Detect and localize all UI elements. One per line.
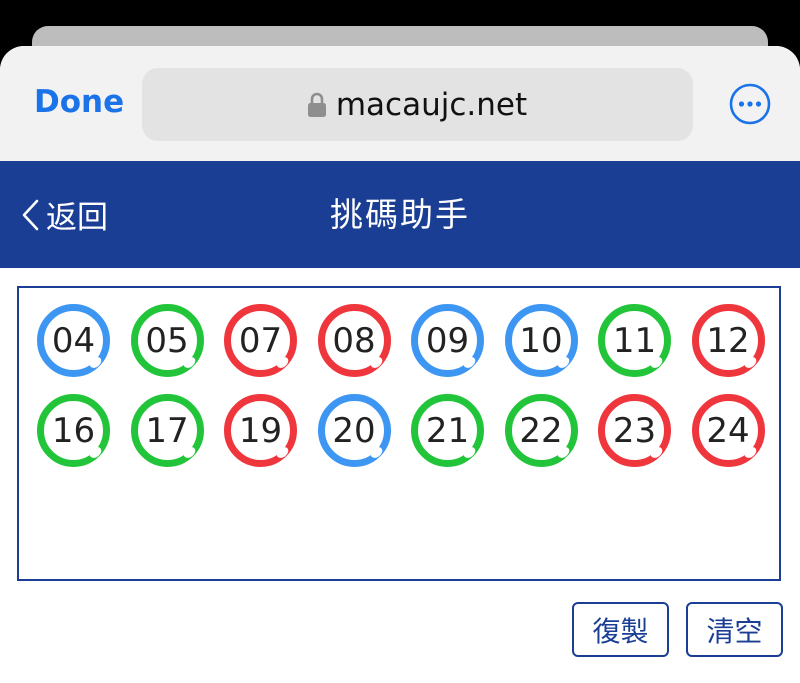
- number-ball[interactable]: 09: [411, 304, 484, 377]
- ball-number: 07: [238, 320, 283, 361]
- ball-number: 20: [332, 410, 376, 451]
- chevron-left-icon: [22, 199, 39, 230]
- number-ball[interactable]: 10: [504, 304, 578, 377]
- number-ball[interactable]: 04: [37, 304, 110, 377]
- number-ball[interactable]: 21: [411, 394, 484, 467]
- ball-number: 10: [519, 320, 563, 361]
- action-bar: 復製 清空: [572, 602, 783, 657]
- clear-button[interactable]: 清空: [686, 602, 783, 657]
- done-button[interactable]: Done: [34, 84, 124, 120]
- ball-number: 09: [425, 320, 470, 361]
- ball-number: 08: [332, 320, 376, 361]
- back-label: 返回: [46, 200, 108, 236]
- copy-button[interactable]: 復製: [572, 602, 669, 657]
- number-ball[interactable]: 22: [504, 394, 578, 467]
- number-ball[interactable]: 24: [691, 394, 765, 467]
- ball-number: 12: [706, 320, 750, 361]
- number-ball[interactable]: 11: [598, 304, 671, 377]
- number-ball[interactable]: 16: [37, 394, 110, 467]
- address-bar[interactable]: macaujc.net: [142, 68, 693, 141]
- ball-number: 19: [238, 410, 283, 451]
- number-ball[interactable]: 20: [317, 394, 391, 467]
- ball-number: 11: [612, 320, 657, 361]
- number-ball[interactable]: 07: [224, 304, 297, 377]
- number-ball[interactable]: 23: [598, 394, 671, 467]
- ball-number: 22: [519, 410, 563, 451]
- number-ball[interactable]: 19: [224, 394, 297, 467]
- selected-numbers-box: 04 05 07 08 09 10 11 12 16 17 19 20 21 22 23 24: [17, 286, 781, 581]
- number-ball[interactable]: 17: [130, 394, 204, 467]
- browser-sheet: Done macaujc.net 返回 挑碼助手 04 05 07 08 09 …: [0, 46, 800, 683]
- ball-grid: 04 05 07 08 09 10 11 12 16 17 19 20 21 22 23 24: [37, 304, 765, 467]
- more-icon: [729, 83, 771, 125]
- ball-number: 05: [145, 320, 189, 361]
- back-button[interactable]: 返回: [20, 161, 108, 268]
- ball-number: 04: [51, 320, 96, 361]
- more-button[interactable]: [729, 83, 771, 125]
- app-header: 返回 挑碼助手: [0, 161, 800, 268]
- ball-number: 23: [612, 410, 657, 451]
- number-ball[interactable]: 05: [130, 304, 204, 377]
- lock-icon: [307, 92, 326, 118]
- ball-number: 24: [706, 410, 750, 451]
- number-ball[interactable]: 12: [691, 304, 765, 377]
- url-text: macaujc.net: [335, 86, 528, 123]
- main-content: 04 05 07 08 09 10 11 12 16 17 19 20 21 22 23 24 復製 清空: [0, 268, 800, 683]
- browser-toolbar: Done macaujc.net: [0, 46, 800, 161]
- ball-number: 16: [51, 410, 96, 451]
- number-ball[interactable]: 08: [317, 304, 391, 377]
- page-title: 挑碼助手: [330, 195, 470, 234]
- ball-number: 21: [425, 410, 470, 451]
- ball-number: 17: [145, 410, 189, 451]
